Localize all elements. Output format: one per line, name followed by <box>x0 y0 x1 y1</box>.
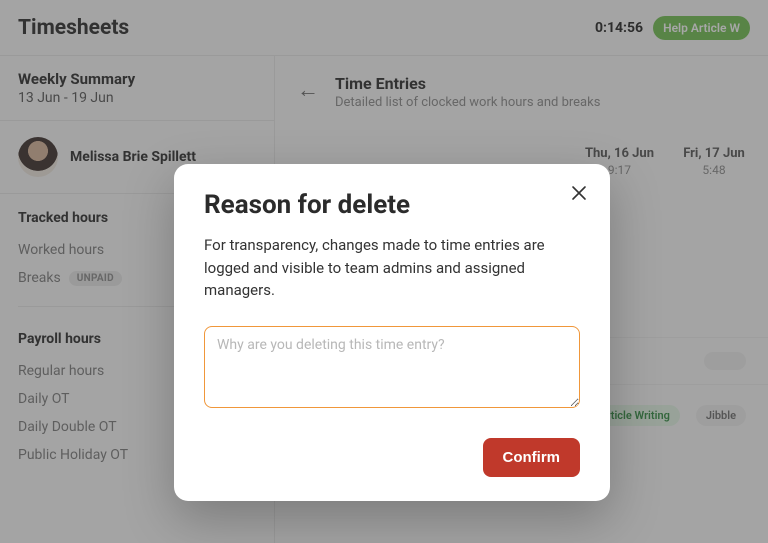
delete-reason-modal: Reason for delete For transparency, chan… <box>174 164 610 501</box>
confirm-button[interactable]: Confirm <box>483 438 581 477</box>
modal-title: Reason for delete <box>204 190 580 220</box>
delete-reason-input[interactable] <box>204 326 580 408</box>
modal-body-text: For transparency, changes made to time e… <box>204 234 580 302</box>
close-icon[interactable] <box>570 184 588 206</box>
